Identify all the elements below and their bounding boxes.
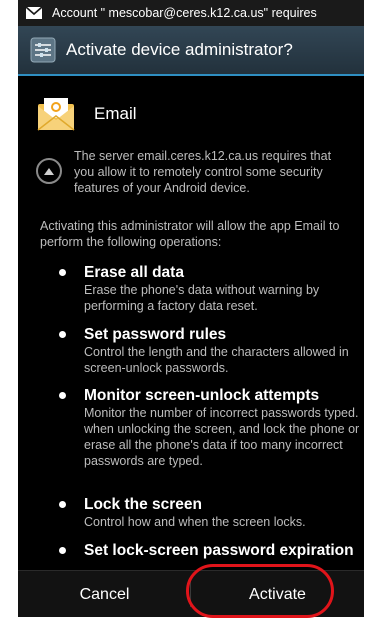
dialog-title: Activate device administrator? — [66, 40, 293, 59]
permission-title: Lock the screen — [84, 496, 203, 513]
permission-description: Erase the phone's data without warning b… — [84, 283, 320, 313]
chevron-up-icon — [44, 167, 54, 175]
permission-item: Monitor screen-unlock attempts Monitor t… — [59, 387, 360, 469]
permission-title: Set password rules — [84, 326, 227, 343]
button-bar: Cancel Activate — [18, 570, 364, 617]
mail-icon — [26, 7, 42, 19]
permission-item: Set password rules Control the length an… — [59, 326, 360, 376]
email-icon — [37, 98, 75, 131]
bullet-icon — [59, 392, 66, 399]
bullet-icon — [59, 331, 66, 338]
title-bar: Activate device administrator? — [18, 26, 364, 76]
bullet-icon — [59, 547, 66, 554]
settings-icon — [30, 37, 56, 63]
bullet-icon — [59, 269, 66, 276]
notification-text: Account " mescobar@ceres.k12.ca.us" requ… — [52, 6, 317, 20]
app-row: Email — [36, 94, 137, 134]
app-name: Email — [94, 104, 137, 123]
bullet-icon — [59, 501, 66, 508]
status-bar[interactable]: Account " mescobar@ceres.k12.ca.us" requ… — [18, 0, 364, 26]
permission-description: Monitor the number of incorrect password… — [84, 406, 360, 468]
collapse-button[interactable] — [36, 158, 62, 184]
permission-title: Monitor screen-unlock attempts — [84, 387, 320, 404]
button-divider — [190, 581, 191, 607]
permission-item: Lock the screen Control how and when the… — [59, 496, 360, 530]
permission-description: Control the length and the characters al… — [84, 345, 349, 375]
scroll-content[interactable]: Email The server email.ceres.k12.ca.us r… — [18, 76, 364, 570]
phone-screen: Account " mescobar@ceres.k12.ca.us" requ… — [18, 0, 364, 617]
permission-title: Set lock-screen password expiration — [84, 542, 354, 559]
intro-text: Activating this administrator will allow… — [40, 219, 340, 249]
permission-item: Erase all data Erase the phone's data wi… — [59, 264, 360, 314]
permission-title: Erase all data — [84, 264, 184, 281]
permission-item: Set lock-screen password expiration — [59, 542, 360, 560]
cancel-button[interactable]: Cancel — [18, 571, 191, 617]
server-message: The server email.ceres.k12.ca.us require… — [74, 149, 332, 195]
permission-description: Control how and when the screen locks. — [84, 515, 306, 529]
activate-button[interactable]: Activate — [191, 571, 364, 617]
